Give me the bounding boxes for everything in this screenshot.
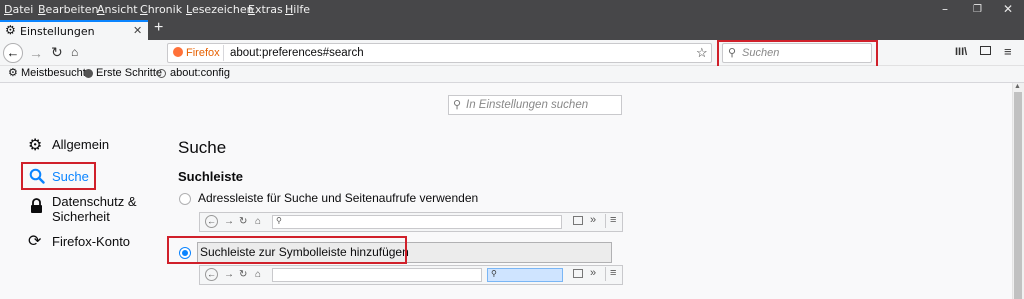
reload-icon[interactable]: ↻ [51,44,63,61]
forward-button[interactable]: → [29,45,43,61]
identity-label: Firefox [186,47,220,59]
menu-bearbeiten[interactable]: Bearbeiten [38,3,98,16]
option-adressleiste-label[interactable]: Adressleiste für Suche und Seitenaufrufe… [198,191,478,205]
category-datenschutz-line1[interactable]: Datenschutz & [52,194,137,209]
menu-chronik[interactable]: Chronik [140,3,182,16]
preferences-search-input[interactable]: ⚲ In Einstellungen suchen [448,95,622,115]
minimize-icon[interactable]: – [942,2,948,16]
restore-icon[interactable]: ❐ [973,4,982,15]
gear-icon: ⚙ [28,135,43,154]
radio-adressleiste[interactable] [179,193,191,205]
preferences-search-placeholder: In Einstellungen suchen [466,99,589,111]
tab-einstellungen[interactable]: ⚙ Einstellungen ✕ [0,20,148,40]
url-bar[interactable]: Firefox about:preferences#search ☆ [167,43,712,63]
reload-icon: ↻ [239,269,248,280]
gear-icon: ⚙ [5,23,16,37]
divider [223,45,224,61]
menu-hilfe[interactable]: Hilfe [285,3,310,16]
category-datenschutz-line2[interactable]: Sicherheit [52,209,110,224]
toolbar-preview-2: ← → ↻ ⌂ ⚲ » ≡ [199,265,623,285]
category-firefox-konto[interactable]: Firefox-Konto [52,234,130,249]
hamburger-menu-icon: ≡ [610,267,617,279]
preview-url-field: ⚲ [272,215,562,229]
lock-icon [31,198,42,213]
gear-icon: ⚙ [8,66,18,79]
home-icon: ⌂ [255,216,262,227]
new-tab-button[interactable]: + [154,19,163,37]
highlight-box [167,236,407,264]
divider [605,214,606,228]
back-button[interactable]: ← [3,43,23,63]
home-icon[interactable]: ⌂ [71,45,78,59]
tab-close-icon[interactable]: ✕ [133,24,142,37]
section-title: Suchleiste [178,169,244,184]
sidebar-icon [573,269,583,278]
close-icon[interactable]: ✕ [1003,2,1013,16]
menu-ansicht[interactable]: Ansicht [97,3,138,16]
sidebar-icon [573,216,583,225]
bookmark-about-config[interactable]: about:config [170,67,230,79]
sidebar-icon[interactable] [980,46,991,55]
tab-title: Einstellungen [20,25,95,38]
firefox-icon [84,69,93,78]
bookmark-meistbesucht[interactable]: Meistbesucht [21,67,86,79]
menu-lesezeichen[interactable]: Lesezeichen [186,3,254,16]
arrow-left-icon: ← [6,45,20,60]
scrollbar-thumb[interactable] [1014,92,1022,299]
divider [605,267,606,281]
globe-icon [157,69,166,78]
menu-datei[interactable]: Datei [4,3,33,16]
preview-url-field [272,268,482,282]
sync-icon: ⟳ [28,231,42,250]
search-icon: ⚲ [453,99,462,111]
forward-icon: → [224,269,234,280]
library-icon[interactable]: III\ [955,46,967,58]
hamburger-menu-icon[interactable]: ≡ [1004,44,1012,59]
search-icon: ⚲ [491,269,497,278]
menu-bar: Datei Bearbeiten Ansicht Chronik Lesezei… [0,0,1024,20]
overflow-icon: » [590,267,597,279]
menu-extras[interactable]: Extras [248,3,283,16]
hamburger-menu-icon: ≡ [610,214,617,226]
url-text[interactable]: about:preferences#search [230,47,364,59]
page-title: Suche [178,138,227,157]
preview-search-field: ⚲ [487,268,563,282]
category-allgemein[interactable]: Allgemein [52,137,109,152]
reload-icon: ↻ [239,216,248,227]
back-icon: ← [205,268,218,281]
overflow-icon: » [590,214,597,226]
back-icon: ← [205,215,218,228]
toolbar-preview-1: ← → ↻ ⌂ ⚲ » ≡ [199,212,623,232]
forward-icon: → [224,216,234,227]
highlight-box [21,162,96,190]
home-icon: ⌂ [255,269,262,280]
scroll-up-icon[interactable]: ▲ [1014,83,1021,90]
firefox-icon [173,47,183,57]
star-icon[interactable]: ☆ [696,45,708,61]
search-icon: ⚲ [276,216,282,225]
bookmark-erste-schritte[interactable]: Erste Schritte [96,67,162,79]
